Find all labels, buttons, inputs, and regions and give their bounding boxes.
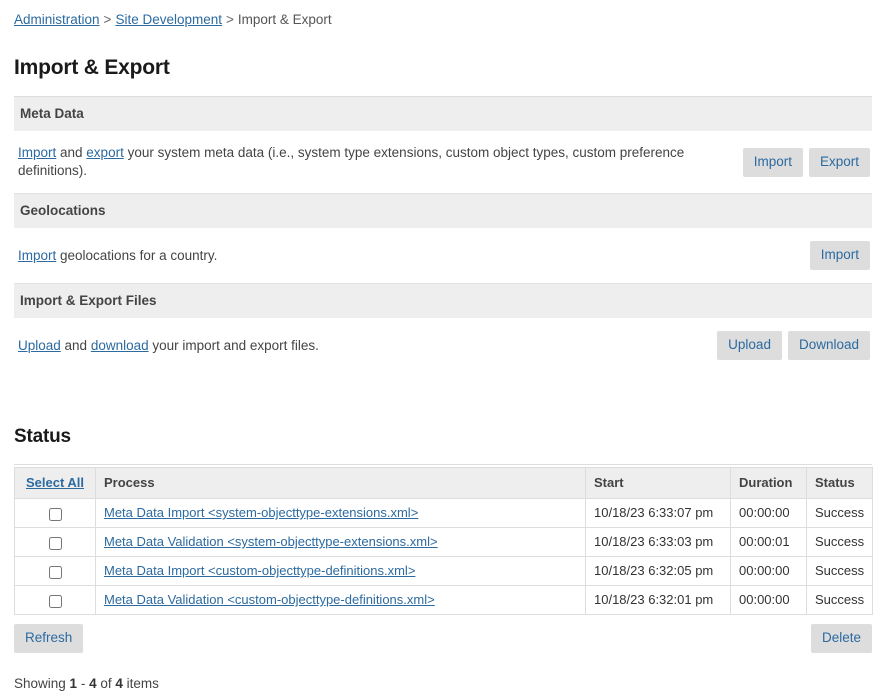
breadcrumb-separator: > <box>100 12 116 27</box>
files-download-button[interactable]: Download <box>788 331 870 360</box>
refresh-button[interactable]: Refresh <box>14 624 83 653</box>
process-cell: Meta Data Validation <custom-objecttype-… <box>96 586 586 615</box>
showing-prefix: Showing <box>14 676 70 691</box>
status-divider <box>14 464 872 465</box>
files-upload-link[interactable]: Upload <box>18 338 61 353</box>
row-checkbox[interactable] <box>49 508 62 521</box>
process-cell: Meta Data Import <custom-objecttype-defi… <box>96 557 586 586</box>
duration-cell: 00:00:01 <box>731 528 807 557</box>
column-header-select-all: Select All <box>15 468 96 499</box>
process-link[interactable]: Meta Data Import <custom-objecttype-defi… <box>104 563 415 578</box>
showing-total: 4 <box>115 676 123 691</box>
status-table-body: Meta Data Import <system-objecttype-exte… <box>15 499 873 615</box>
files-upload-button[interactable]: Upload <box>717 331 782 360</box>
duration-cell: 00:00:00 <box>731 557 807 586</box>
row-checkbox[interactable] <box>49 595 62 608</box>
section-body-geolocations: Import geolocations for a country. Impor… <box>14 228 872 284</box>
meta-data-import-button[interactable]: Import <box>743 148 803 177</box>
duration-cell: 00:00:00 <box>731 499 807 528</box>
delete-button[interactable]: Delete <box>811 624 872 653</box>
breadcrumb-separator: > <box>222 12 238 27</box>
page-title: Import & Export <box>14 55 872 81</box>
process-cell: Meta Data Validation <system-objecttype-… <box>96 528 586 557</box>
section-description-meta-data: Import and export your system meta data … <box>18 144 727 180</box>
table-row: Meta Data Import <custom-objecttype-defi… <box>15 557 873 586</box>
row-select-cell <box>15 499 96 528</box>
row-select-cell <box>15 528 96 557</box>
select-all-link[interactable]: Select All <box>26 475 84 490</box>
meta-data-export-button[interactable]: Export <box>809 148 870 177</box>
table-header-row: Select All Process Start Duration Status <box>15 468 873 499</box>
status-table: Select All Process Start Duration Status… <box>14 467 873 615</box>
table-row: Meta Data Validation <custom-objecttype-… <box>15 586 873 615</box>
table-row: Meta Data Validation <system-objecttype-… <box>15 528 873 557</box>
column-header-status: Status <box>807 468 873 499</box>
showing-suffix: items <box>123 676 159 691</box>
section-meta-data: Meta Data Import and export your system … <box>14 97 872 194</box>
section-description-import-export-files: Upload and download your import and expo… <box>18 337 319 355</box>
section-actions-meta-data: Import Export <box>743 148 870 177</box>
table-row: Meta Data Import <system-objecttype-exte… <box>15 499 873 528</box>
files-text-and: and <box>61 338 91 353</box>
section-header-meta-data: Meta Data <box>14 97 872 131</box>
status-table-footer: Refresh Delete <box>14 624 872 653</box>
geolocations-import-link[interactable]: Import <box>18 248 56 263</box>
section-actions-geolocations: Import <box>810 241 870 270</box>
meta-data-import-link[interactable]: Import <box>18 145 56 160</box>
breadcrumb: Administration>Site Development>Import &… <box>14 0 872 29</box>
row-select-cell <box>15 586 96 615</box>
breadcrumb-link-site-development[interactable]: Site Development <box>115 12 222 27</box>
process-link[interactable]: Meta Data Import <system-objecttype-exte… <box>104 505 418 520</box>
section-header-geolocations: Geolocations <box>14 194 872 228</box>
status-title: Status <box>14 425 872 449</box>
duration-cell: 00:00:00 <box>731 586 807 615</box>
start-cell: 10/18/23 6:32:05 pm <box>586 557 731 586</box>
start-cell: 10/18/23 6:33:03 pm <box>586 528 731 557</box>
files-download-link[interactable]: download <box>91 338 149 353</box>
row-checkbox[interactable] <box>49 566 62 579</box>
showing-of: of <box>97 676 116 691</box>
geolocations-text-rest: geolocations for a country. <box>56 248 217 263</box>
breadcrumb-link-administration[interactable]: Administration <box>14 12 100 27</box>
showing-count: Showing 1 - 4 of 4 items <box>14 675 872 693</box>
status-table-head: Select All Process Start Duration Status <box>15 468 873 499</box>
process-cell: Meta Data Import <system-objecttype-exte… <box>96 499 586 528</box>
section-body-meta-data: Import and export your system meta data … <box>14 131 872 194</box>
meta-data-text-and: and <box>56 145 86 160</box>
showing-to: 4 <box>89 676 97 691</box>
start-cell: 10/18/23 6:32:01 pm <box>586 586 731 615</box>
column-header-process: Process <box>96 468 586 499</box>
breadcrumb-current: Import & Export <box>238 12 332 27</box>
status-cell: Success <box>807 528 873 557</box>
status-cell: Success <box>807 586 873 615</box>
process-link[interactable]: Meta Data Validation <custom-objecttype-… <box>104 592 435 607</box>
showing-from: 1 <box>70 676 78 691</box>
status-cell: Success <box>807 557 873 586</box>
meta-data-export-link[interactable]: export <box>86 145 124 160</box>
section-header-import-export-files: Import & Export Files <box>14 284 872 318</box>
page-container: Administration>Site Development>Import &… <box>0 0 886 693</box>
row-checkbox[interactable] <box>49 537 62 550</box>
section-geolocations: Geolocations Import geolocations for a c… <box>14 194 872 284</box>
geolocations-import-button[interactable]: Import <box>810 241 870 270</box>
column-header-duration: Duration <box>731 468 807 499</box>
section-actions-import-export-files: Upload Download <box>717 331 870 360</box>
section-body-import-export-files: Upload and download your import and expo… <box>14 318 872 373</box>
section-description-geolocations: Import geolocations for a country. <box>18 247 217 265</box>
row-select-cell <box>15 557 96 586</box>
process-link[interactable]: Meta Data Validation <system-objecttype-… <box>104 534 438 549</box>
section-import-export-files: Import & Export Files Upload and downloa… <box>14 284 872 373</box>
files-text-rest: your import and export files. <box>149 338 319 353</box>
column-header-start: Start <box>586 468 731 499</box>
status-cell: Success <box>807 499 873 528</box>
start-cell: 10/18/23 6:33:07 pm <box>586 499 731 528</box>
showing-dash: - <box>77 676 89 691</box>
